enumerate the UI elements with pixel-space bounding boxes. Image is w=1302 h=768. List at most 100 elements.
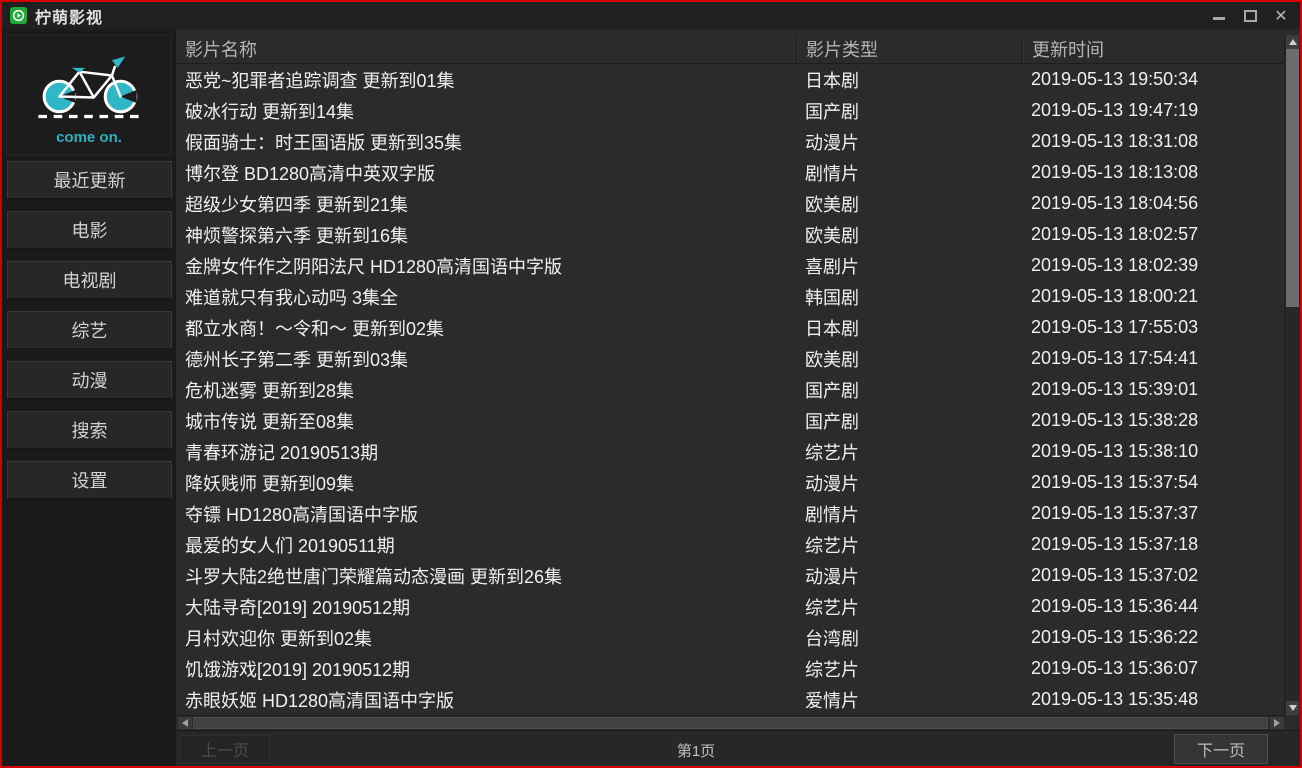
table-row[interactable]: 神烦警探第六季 更新到16集 欧美剧 2019-05-13 18:02:57 [176,219,1284,250]
scroll-right-button[interactable] [1270,717,1284,729]
cell-name: 德州长子第二季 更新到03集 [176,343,796,374]
cell-name: 金牌女仵作之阴阳法尺 HD1280高清国语中字版 [176,250,796,281]
cell-type: 爱情片 [796,684,1022,715]
table-row[interactable]: 城市传说 更新至08集 国产剧 2019-05-13 15:38:28 [176,405,1284,436]
cell-name: 青春环游记 20190513期 [176,436,796,467]
sidebar-item-label: 综艺 [72,317,108,343]
sidebar-item-label: 电影 [72,217,108,243]
horizontal-scrollbar[interactable] [178,715,1284,730]
column-header-name[interactable]: 影片名称 [176,35,796,63]
table-row[interactable]: 超级少女第四季 更新到21集 欧美剧 2019-05-13 18:04:56 [176,188,1284,219]
table-row[interactable]: 降妖贱师 更新到09集 动漫片 2019-05-13 15:37:54 [176,467,1284,498]
titlebar: 柠萌影视 ✕ [2,2,1300,29]
cell-name: 假面骑士：时王国语版 更新到35集 [176,126,796,157]
app-window: 柠萌影视 ✕ [0,0,1302,768]
sidebar: come on. 最近更新电影电视剧综艺动漫搜索设置 [2,29,176,766]
horizontal-scrollbar-thumb[interactable] [193,717,1268,729]
cell-name: 破冰行动 更新到14集 [176,95,796,126]
cell-name: 超级少女第四季 更新到21集 [176,188,796,219]
current-page-label: 第1页 [656,740,736,761]
cell-time: 2019-05-13 15:36:44 [1022,591,1284,622]
cell-time: 2019-05-13 15:38:10 [1022,436,1284,467]
table-row[interactable]: 金牌女仵作之阴阳法尺 HD1280高清国语中字版 喜剧片 2019-05-13 … [176,250,1284,281]
cell-type: 剧情片 [796,157,1022,188]
sidebar-item-settings[interactable]: 设置 [7,461,172,499]
scroll-down-button[interactable] [1286,701,1299,715]
cell-time: 2019-05-13 18:04:56 [1022,188,1284,219]
cell-time: 2019-05-13 18:02:39 [1022,250,1284,281]
cell-time: 2019-05-13 19:47:19 [1022,95,1284,126]
cell-type: 国产剧 [796,374,1022,405]
cell-type: 动漫片 [796,126,1022,157]
cell-name: 斗罗大陆2绝世唐门荣耀篇动态漫画 更新到26集 [176,560,796,591]
cell-name: 恶党~犯罪者追踪调查 更新到01集 [176,64,796,95]
cell-type: 喜剧片 [796,250,1022,281]
cell-type: 综艺片 [796,591,1022,622]
table-row[interactable]: 夺镖 HD1280高清国语中字版 剧情片 2019-05-13 15:37:37 [176,498,1284,529]
cell-time: 2019-05-13 15:36:07 [1022,653,1284,684]
arrow-right-icon [1274,719,1280,727]
scroll-up-button[interactable] [1286,35,1299,49]
arrow-up-icon [1289,39,1297,45]
cell-type: 台湾剧 [796,622,1022,653]
cell-type: 国产剧 [796,405,1022,436]
cell-name: 饥饿游戏[2019] 20190512期 [176,653,796,684]
sidebar-item-label: 设置 [72,467,108,493]
cell-time: 2019-05-13 15:36:22 [1022,622,1284,653]
window-controls: ✕ [1208,2,1292,29]
sidebar-item-anime[interactable]: 动漫 [7,361,172,399]
table-row[interactable]: 都立水商！～令和～ 更新到02集 日本剧 2019-05-13 17:55:03 [176,312,1284,343]
table-row[interactable]: 德州长子第二季 更新到03集 欧美剧 2019-05-13 17:54:41 [176,343,1284,374]
sidebar-item-variety[interactable]: 综艺 [7,311,172,349]
table-row[interactable]: 破冰行动 更新到14集 国产剧 2019-05-13 19:47:19 [176,95,1284,126]
cell-type: 动漫片 [796,467,1022,498]
cell-time: 2019-05-13 15:37:18 [1022,529,1284,560]
cell-type: 国产剧 [796,95,1022,126]
sidebar-item-label: 电视剧 [63,267,117,293]
table-row[interactable]: 博尔登 BD1280高清中英双字版 剧情片 2019-05-13 18:13:0… [176,157,1284,188]
vertical-scrollbar[interactable] [1284,35,1300,715]
cell-name: 大陆寻奇[2019] 20190512期 [176,591,796,622]
cell-time: 2019-05-13 18:02:57 [1022,219,1284,250]
scroll-left-button[interactable] [178,717,192,729]
table-row[interactable]: 大陆寻奇[2019] 20190512期 综艺片 2019-05-13 15:3… [176,591,1284,622]
minimize-icon [1213,17,1225,20]
table-row[interactable]: 恶党~犯罪者追踪调查 更新到01集 日本剧 2019-05-13 19:50:3… [176,64,1284,95]
cell-type: 综艺片 [796,653,1022,684]
table-row[interactable]: 赤眼妖姬 HD1280高清国语中字版 爱情片 2019-05-13 15:35:… [176,684,1284,715]
logo-panel: come on. [6,34,172,156]
pagination-bar: 上一页 第1页 下一页 [176,730,1300,766]
table-row[interactable]: 斗罗大陆2绝世唐门荣耀篇动态漫画 更新到26集 动漫片 2019-05-13 1… [176,560,1284,591]
cell-time: 2019-05-13 15:37:37 [1022,498,1284,529]
column-header-type[interactable]: 影片类型 [796,35,1022,63]
cell-time: 2019-05-13 17:55:03 [1022,312,1284,343]
cell-name: 夺镖 HD1280高清国语中字版 [176,498,796,529]
sidebar-item-label: 动漫 [72,367,108,393]
table-row[interactable]: 月村欢迎你 更新到02集 台湾剧 2019-05-13 15:36:22 [176,622,1284,653]
table-row[interactable]: 最爱的女人们 20190511期 综艺片 2019-05-13 15:37:18 [176,529,1284,560]
table-row[interactable]: 假面骑士：时王国语版 更新到35集 动漫片 2019-05-13 18:31:0… [176,126,1284,157]
cell-type: 欧美剧 [796,343,1022,374]
cell-time: 2019-05-13 15:35:48 [1022,684,1284,715]
sidebar-item-tv-series[interactable]: 电视剧 [7,261,172,299]
vertical-scrollbar-thumb[interactable] [1286,49,1299,307]
minimize-button[interactable] [1208,5,1230,26]
table-row[interactable]: 饥饿游戏[2019] 20190512期 综艺片 2019-05-13 15:3… [176,653,1284,684]
maximize-button[interactable] [1239,5,1261,26]
cell-name: 神烦警探第六季 更新到16集 [176,219,796,250]
close-button[interactable]: ✕ [1270,5,1292,26]
prev-page-button[interactable]: 上一页 [180,735,270,763]
sidebar-item-movies[interactable]: 电影 [7,211,172,249]
table-row[interactable]: 难道就只有我心动吗 3集全 韩国剧 2019-05-13 18:00:21 [176,281,1284,312]
window-title: 柠萌影视 [35,4,103,28]
sidebar-item-search[interactable]: 搜索 [7,411,172,449]
cell-type: 日本剧 [796,64,1022,95]
column-header-time[interactable]: 更新时间 [1022,35,1284,63]
next-page-button[interactable]: 下一页 [1174,734,1268,764]
table-row[interactable]: 青春环游记 20190513期 综艺片 2019-05-13 15:38:10 [176,436,1284,467]
table-row[interactable]: 危机迷雾 更新到28集 国产剧 2019-05-13 15:39:01 [176,374,1284,405]
sidebar-item-recent-updates[interactable]: 最近更新 [7,161,172,199]
sidebar-nav: 最近更新电影电视剧综艺动漫搜索设置 [7,161,172,511]
close-icon: ✕ [1274,6,1287,26]
cell-time: 2019-05-13 15:37:54 [1022,467,1284,498]
